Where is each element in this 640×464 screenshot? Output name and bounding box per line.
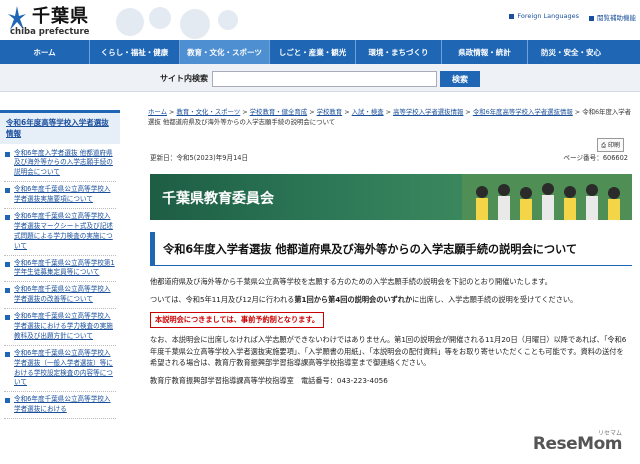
- sidebar-item[interactable]: 令和6年度入学者選抜 他都道府県及び海外等からの入学志願手続の説明会について: [4, 146, 116, 183]
- printer-icon: ⎙: [601, 142, 607, 149]
- paragraph: 他都道府県及び海外等から千葉県公立高等学校を志願する方のための入学志願手続の説明…: [150, 277, 552, 286]
- square-bullet-icon: [5, 288, 10, 294]
- contact-info: 教育庁教育振興部学習指導課高等学校指導室 電話番号：043-223-4056: [150, 376, 388, 386]
- sidebar: 令和6年度高等学校入学者選抜情報 令和6年度入学者選抜 他都道府県及び海外等から…: [0, 110, 120, 464]
- sidebar-item[interactable]: 令和6年度千葉県公立高等学校入学者選抜マークシート式及び記述式問題による学力検査…: [4, 209, 116, 256]
- article-body: 他都道府県及び海外等から千葉県公立高等学校を志願する方のための入学志願手続の説明…: [150, 276, 630, 393]
- breadcrumb-link[interactable]: 学校教育: [317, 108, 343, 116]
- global-nav: ホーム くらし・福祉・健康 教育・文化・スポーツ しごと・産業・観光 環境・まち…: [0, 40, 640, 64]
- nav-living[interactable]: くらし・福祉・健康: [90, 40, 180, 64]
- sidebar-item[interactable]: 令和6年度千葉県公立高等学校第1学年生徒募集定員等について: [4, 256, 116, 283]
- logo-english: chiba prefecture: [10, 27, 90, 37]
- page-meta: 更新日：令和5(2023)年9月14日 ページ番号：606602: [150, 152, 634, 162]
- sidebar-item[interactable]: 令和6年度千葉県公立高等学校入学者選抜の改善等について: [4, 282, 116, 310]
- board-banner: 千葉県教育委員会: [150, 174, 632, 220]
- nav-safety[interactable]: 防災・安全・安心: [528, 40, 614, 64]
- main-content: ホーム > 教育・文化・スポーツ > 学校教育・健全育成 > 学校教育 > 入試…: [148, 108, 634, 464]
- updated-date: 更新日：令和5(2023)年9月14日: [150, 154, 249, 162]
- search-button[interactable]: 検索: [440, 71, 480, 87]
- breadcrumb: ホーム > 教育・文化・スポーツ > 学校教育・健全育成 > 学校教育 > 入試…: [148, 108, 632, 126]
- banner-title: 千葉県教育委員会: [162, 191, 274, 207]
- square-bullet-icon: [5, 261, 10, 267]
- sidebar-item[interactable]: 令和6年度千葉県公立高等学校入学者選抜（一般入学者選抜）等における学校設定検査の…: [4, 346, 116, 393]
- square-bullet-icon: [509, 13, 515, 19]
- square-bullet-icon: [5, 214, 10, 220]
- nav-government[interactable]: 県政情報・統計: [442, 40, 528, 64]
- nav-environment[interactable]: 環境・まちづくり: [356, 40, 442, 64]
- logo-japanese: 千葉県: [32, 6, 89, 27]
- square-bullet-icon: [5, 188, 10, 194]
- square-bullet-icon: [589, 15, 594, 21]
- sidebar-item[interactable]: 令和6年度千葉県公立高等学校入学者選抜における: [4, 392, 116, 420]
- breadcrumb-link[interactable]: ホーム: [148, 108, 167, 116]
- foreign-languages-link[interactable]: Foreign Languages: [509, 12, 579, 22]
- sidebar-heading[interactable]: 令和6年度高等学校入学者選抜情報: [0, 110, 120, 144]
- utility-links: Foreign Languages 閲覧補助機能: [509, 12, 636, 22]
- nav-work[interactable]: しごと・産業・観光: [270, 40, 356, 64]
- breadcrumb-link[interactable]: 高等学校入学者選抜情報: [393, 108, 463, 116]
- accessibility-link[interactable]: 閲覧補助機能: [589, 12, 636, 22]
- paragraph: なお、本説明会に出席しなければ入学志願ができないわけではありません。第1回の説明…: [150, 334, 627, 368]
- sidebar-item[interactable]: 令和6年度千葉県公立高等学校入学者選抜実施要項について: [4, 182, 116, 209]
- page-title: 令和6年度入学者選抜 他都道府県及び海外等からの入学志願手続の説明会について: [150, 232, 632, 266]
- nav-education[interactable]: 教育・文化・スポーツ: [180, 40, 270, 64]
- site-header: 千葉県 chiba prefecture Foreign Languages 閲…: [0, 0, 640, 40]
- paragraph: ついては、令和5年11月及び12月に行われる第1回から第4回の説明会のいずれかに…: [150, 294, 578, 304]
- breadcrumb-link[interactable]: 学校教育・健全育成: [250, 108, 308, 116]
- square-bullet-icon: [5, 151, 10, 157]
- reservation-notice: 本説明会につきましては、事前予約制となります。: [150, 311, 325, 328]
- breadcrumb-link[interactable]: 入試・検査: [352, 108, 384, 116]
- header-decoration-icon: [116, 7, 238, 39]
- sidebar-list: 令和6年度入学者選抜 他都道府県及び海外等からの入学志願手続の説明会について 令…: [0, 144, 120, 422]
- square-bullet-icon: [5, 315, 10, 321]
- search-bar: サイト内検索 検索: [0, 64, 640, 92]
- print-button[interactable]: ⎙ 印刷: [597, 138, 624, 152]
- square-bullet-icon: [5, 398, 10, 404]
- breadcrumb-link[interactable]: 教育・文化・スポーツ: [176, 108, 240, 116]
- breadcrumb-link[interactable]: 令和6年度高等学校入学者選抜情報: [473, 108, 573, 116]
- students-photo-icon: [462, 174, 632, 220]
- sidebar-item[interactable]: 令和6年度千葉県公立高等学校入学者選抜における学力検査の実施教科及び出題方針につ…: [4, 309, 116, 346]
- nav-home[interactable]: ホーム: [0, 40, 90, 64]
- page-number: ページ番号：606602: [563, 154, 628, 162]
- resemom-watermark: ReseMom リセマム: [532, 430, 623, 454]
- search-input[interactable]: [212, 71, 437, 87]
- square-bullet-icon: [5, 351, 10, 357]
- search-label: サイト内検索: [160, 74, 208, 83]
